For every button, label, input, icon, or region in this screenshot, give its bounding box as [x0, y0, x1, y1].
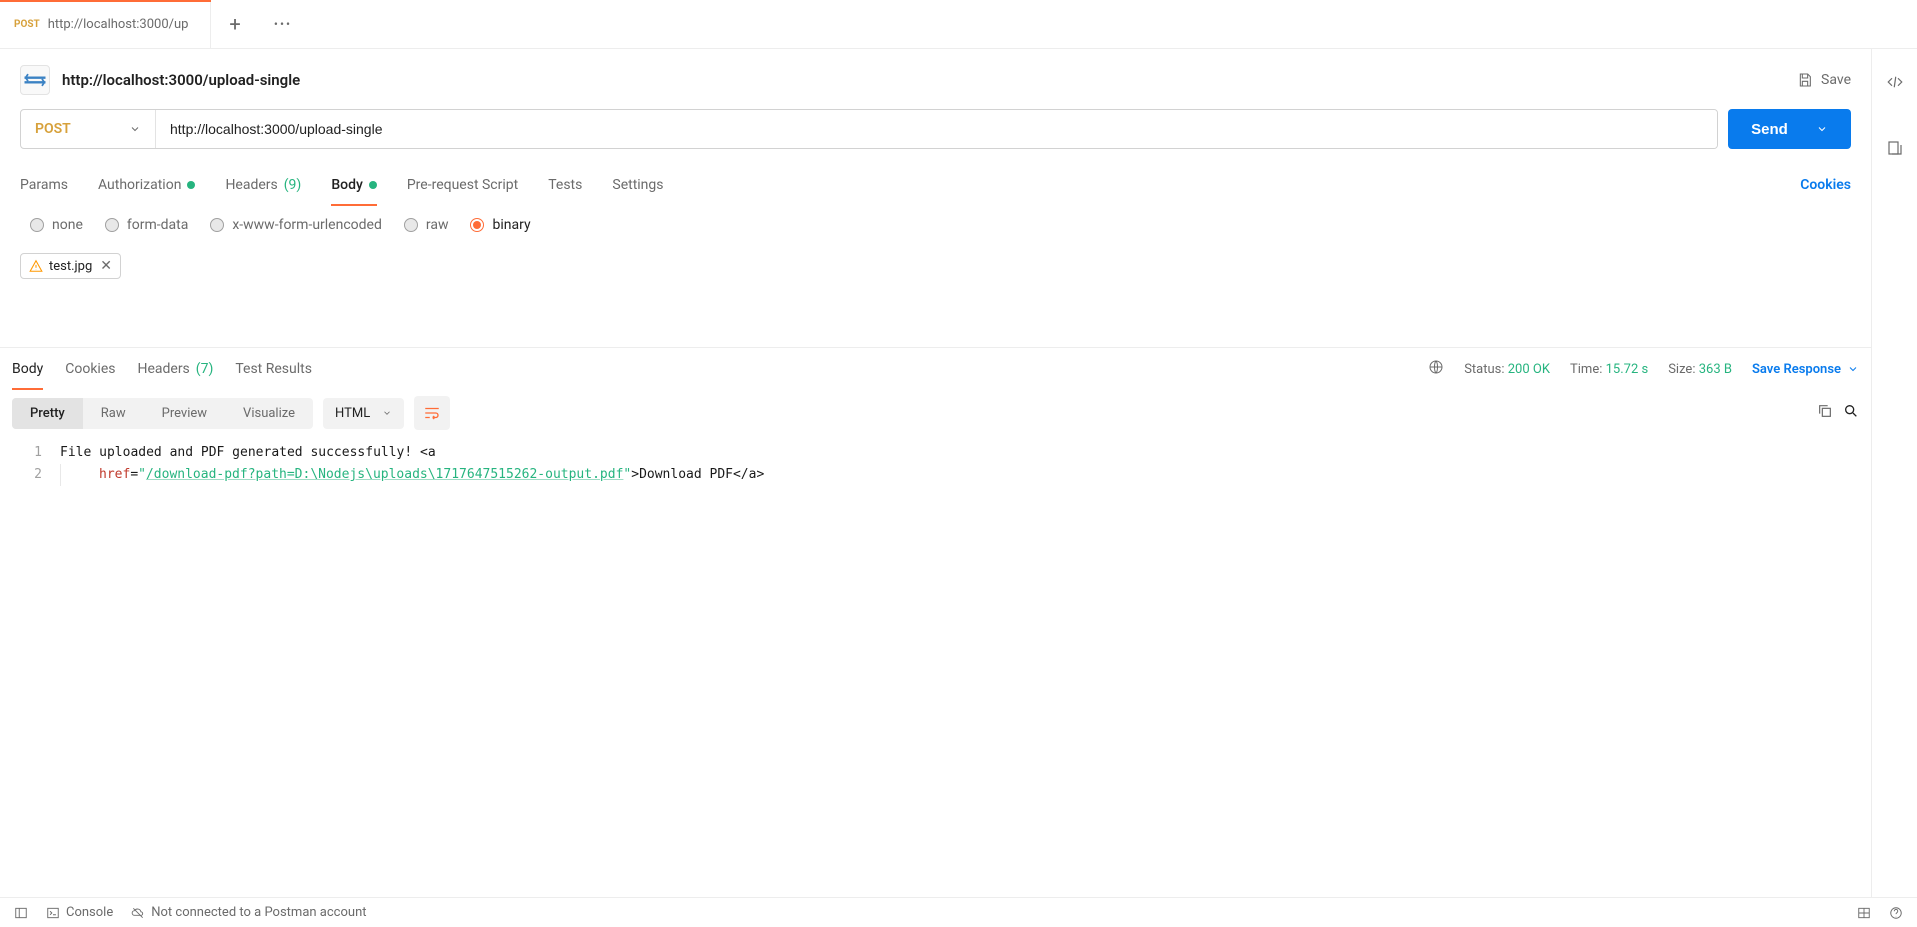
new-tab-button[interactable]: + — [211, 12, 259, 36]
code-line: 2 href="/download-pdf?path=D:\Nodejs\upl… — [0, 464, 1871, 486]
content: http://localhost:3000/upload-single Save… — [0, 49, 1871, 897]
resp-tab-testresults[interactable]: Test Results — [235, 348, 312, 390]
dot-indicator-icon — [369, 181, 377, 189]
status-bar: Console Not connected to a Postman accou… — [0, 897, 1917, 927]
chevron-down-icon — [382, 408, 392, 418]
chevron-down-icon — [1847, 363, 1859, 375]
account-status[interactable]: Not connected to a Postman account — [131, 905, 366, 920]
main-area: http://localhost:3000/upload-single Save… — [0, 49, 1917, 897]
file-chip[interactable]: test.jpg ✕ — [20, 253, 121, 279]
code-line: 1 File uploaded and PDF generated succes… — [0, 442, 1871, 464]
request-header: http://localhost:3000/upload-single Save — [0, 49, 1871, 109]
tab-authorization[interactable]: Authorization — [98, 165, 195, 205]
help-icon — [1889, 906, 1903, 920]
response-toolbar: Pretty Raw Preview Visualize HTML — [0, 390, 1871, 440]
cookies-link[interactable]: Cookies — [1800, 177, 1851, 193]
console-icon — [46, 906, 60, 920]
url-group: POST — [20, 109, 1718, 149]
cloud-off-icon — [131, 906, 145, 920]
tab-request[interactable]: POST http://localhost:3000/up — [0, 0, 211, 48]
size-meta: Size: 363 B — [1668, 362, 1732, 377]
radio-raw[interactable]: raw — [404, 217, 449, 233]
send-label: Send — [1751, 121, 1788, 138]
tab-body[interactable]: Body — [331, 165, 377, 205]
code-icon[interactable] — [1886, 73, 1904, 91]
search-button[interactable] — [1843, 403, 1859, 423]
radio-icon — [210, 218, 224, 232]
radio-icon — [470, 218, 484, 232]
console-button[interactable]: Console — [46, 905, 113, 920]
method-select[interactable]: POST — [21, 110, 156, 148]
tab-method-badge: POST — [14, 19, 40, 30]
collection-icon[interactable] — [1886, 139, 1904, 157]
file-name: test.jpg — [49, 259, 92, 274]
chevron-down-icon — [1816, 123, 1828, 135]
url-input[interactable] — [156, 110, 1717, 148]
radio-binary[interactable]: binary — [470, 217, 530, 233]
tab-overflow-button[interactable]: ••• — [259, 17, 307, 31]
url-row: POST Send — [0, 109, 1871, 165]
http-badge-icon — [20, 65, 50, 95]
resp-tab-cookies[interactable]: Cookies — [65, 348, 115, 390]
side-rail — [1871, 49, 1917, 897]
sidebar-toggle[interactable] — [14, 906, 28, 920]
save-button[interactable]: Save — [1797, 72, 1851, 88]
remove-file-button[interactable]: ✕ — [100, 258, 112, 274]
panel-icon — [14, 906, 28, 920]
dot-indicator-icon — [187, 181, 195, 189]
file-chip-row: test.jpg ✕ — [0, 245, 1871, 291]
tab-prerequest[interactable]: Pre-request Script — [407, 165, 518, 205]
save-label: Save — [1821, 72, 1851, 88]
chevron-down-icon — [129, 123, 141, 135]
view-preview[interactable]: Preview — [144, 398, 225, 429]
resp-tab-body[interactable]: Body — [12, 348, 43, 390]
copy-icon — [1817, 403, 1833, 419]
line-number: 2 — [0, 464, 60, 486]
globe-icon[interactable] — [1428, 359, 1444, 379]
resp-tab-headers[interactable]: Headers(7) — [137, 348, 213, 390]
tab-settings[interactable]: Settings — [612, 165, 663, 205]
wrap-icon — [423, 404, 441, 422]
tabs-bar: POST http://localhost:3000/up + ••• — [0, 0, 1917, 49]
view-toggle: Pretty Raw Preview Visualize — [12, 398, 313, 429]
warning-icon — [29, 259, 43, 273]
time-meta: Time: 15.72 s — [1570, 362, 1648, 377]
radio-none[interactable]: none — [30, 217, 83, 233]
wrap-lines-button[interactable] — [414, 396, 450, 430]
copy-button[interactable] — [1817, 403, 1833, 423]
tab-headers[interactable]: Headers(9) — [225, 165, 301, 205]
layout-icon — [1857, 906, 1871, 920]
response-body[interactable]: 1 File uploaded and PDF generated succes… — [0, 440, 1871, 897]
view-visualize[interactable]: Visualize — [225, 398, 313, 429]
method-label: POST — [35, 121, 71, 137]
radio-icon — [404, 218, 418, 232]
send-button[interactable]: Send — [1728, 109, 1851, 149]
help-button[interactable] — [1889, 906, 1903, 920]
tab-title: http://localhost:3000/up — [48, 17, 196, 32]
radio-icon — [105, 218, 119, 232]
response-tabs: Body Cookies Headers(7) Test Results Sta… — [0, 348, 1871, 390]
radio-icon — [30, 218, 44, 232]
layout-button[interactable] — [1857, 906, 1871, 920]
save-response-button[interactable]: Save Response — [1752, 362, 1859, 377]
format-select[interactable]: HTML — [323, 398, 404, 429]
line-number: 1 — [0, 442, 60, 464]
body-type-row: none form-data x-www-form-urlencoded raw… — [0, 205, 1871, 245]
view-raw[interactable]: Raw — [83, 398, 144, 429]
request-title: http://localhost:3000/upload-single — [62, 71, 300, 89]
search-icon — [1843, 403, 1859, 419]
tab-tests[interactable]: Tests — [548, 165, 582, 205]
radio-formdata[interactable]: form-data — [105, 217, 188, 233]
radio-xwww[interactable]: x-www-form-urlencoded — [210, 217, 382, 233]
status-meta: Status: 200 OK — [1464, 362, 1550, 377]
tab-params[interactable]: Params — [20, 165, 68, 205]
view-pretty[interactable]: Pretty — [12, 398, 83, 429]
request-tabs: Params Authorization Headers(9) Body Pre… — [0, 165, 1871, 205]
response-meta: Status: 200 OK Time: 15.72 s Size: 363 B… — [1428, 359, 1859, 379]
